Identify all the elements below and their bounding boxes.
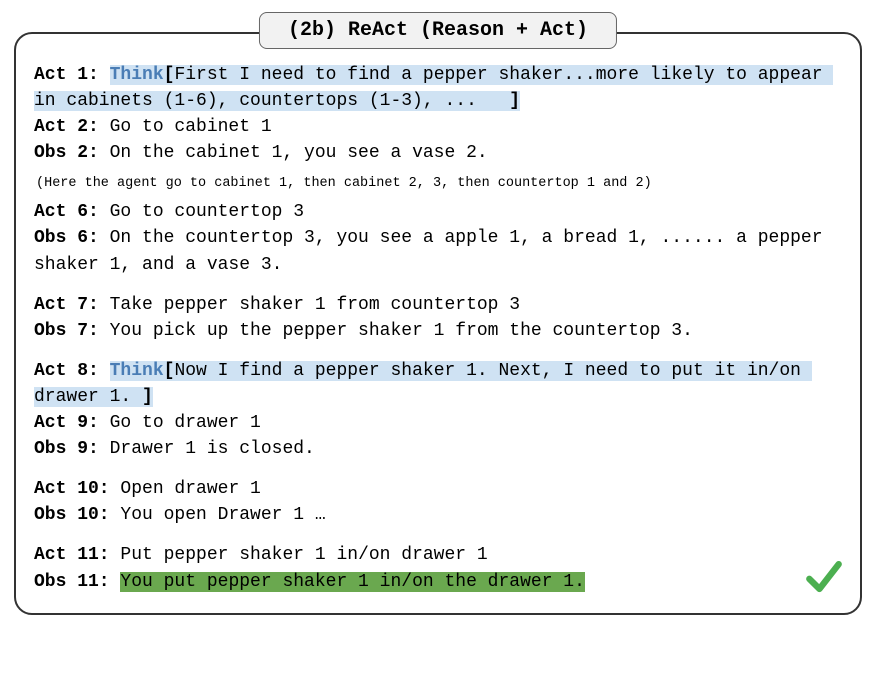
example-panel: (2b) ReAct (Reason + Act) Act 1: Think[F… xyxy=(14,32,862,615)
obs-11-label: Obs 11: xyxy=(34,572,120,592)
bracket-close: ] xyxy=(509,91,520,111)
act-10: Act 10: Open drawer 1 xyxy=(34,476,842,502)
skip-note: (Here the agent go to cabinet 1, then ca… xyxy=(36,176,842,191)
act-6: Act 6: Go to countertop 3 xyxy=(34,199,842,225)
act-1-think: Think[First I need to find a pepper shak… xyxy=(34,65,833,111)
obs-10-label: Obs 10: xyxy=(34,505,110,525)
act-11-label: Act 11: xyxy=(34,545,110,565)
panel-title: (2b) ReAct (Reason + Act) xyxy=(259,12,617,49)
bracket-close-2: ] xyxy=(142,387,153,407)
obs-6-text: On the countertop 3, you see a apple 1, … xyxy=(34,228,833,274)
act-6-text: Go to countertop 3 xyxy=(99,202,304,222)
act-2-label: Act 2: xyxy=(34,117,99,137)
act-7-label: Act 7: xyxy=(34,295,99,315)
bracket-open: [ xyxy=(164,65,175,85)
obs-10-text: You open Drawer 1 … xyxy=(110,505,326,525)
obs-9-text: Drawer 1 is closed. xyxy=(99,439,315,459)
act-11: Act 11: Put pepper shaker 1 in/on drawer… xyxy=(34,542,842,568)
bracket-open-2: [ xyxy=(164,361,175,381)
obs-11-text: You put pepper shaker 1 in/on the drawer… xyxy=(120,572,584,592)
obs-9-label: Obs 9: xyxy=(34,439,99,459)
act-1-label: Act 1: xyxy=(34,65,110,85)
act-2: Act 2: Go to cabinet 1 xyxy=(34,114,842,140)
act-7-text: Take pepper shaker 1 from countertop 3 xyxy=(99,295,520,315)
think-keyword: Think xyxy=(110,65,164,85)
obs-10: Obs 10: You open Drawer 1 … xyxy=(34,502,842,528)
obs-7-label: Obs 7: xyxy=(34,321,99,341)
act-9-text: Go to drawer 1 xyxy=(99,413,261,433)
act-11-text: Put pepper shaker 1 in/on drawer 1 xyxy=(110,545,488,565)
success-check-icon xyxy=(802,555,846,599)
act-7: Act 7: Take pepper shaker 1 from counter… xyxy=(34,292,842,318)
obs-6-label: Obs 6: xyxy=(34,228,99,248)
obs-11: Obs 11: You put pepper shaker 1 in/on th… xyxy=(34,569,842,595)
act-1: Act 1: Think[First I need to find a pepp… xyxy=(34,62,842,114)
obs-9: Obs 9: Drawer 1 is closed. xyxy=(34,436,842,462)
obs-2-text: On the cabinet 1, you see a vase 2. xyxy=(99,143,488,163)
think-keyword-2: Think xyxy=(110,361,164,381)
obs-2-label: Obs 2: xyxy=(34,143,99,163)
obs-7: Obs 7: You pick up the pepper shaker 1 f… xyxy=(34,318,842,344)
act-10-text: Open drawer 1 xyxy=(110,479,261,499)
act-8-label: Act 8: xyxy=(34,361,110,381)
act-8: Act 8: Think[Now I find a pepper shaker … xyxy=(34,358,842,410)
act-6-label: Act 6: xyxy=(34,202,99,222)
act-9: Act 9: Go to drawer 1 xyxy=(34,410,842,436)
obs-2: Obs 2: On the cabinet 1, you see a vase … xyxy=(34,140,842,166)
obs-6: Obs 6: On the countertop 3, you see a ap… xyxy=(34,225,842,277)
act-10-label: Act 10: xyxy=(34,479,110,499)
obs-7-text: You pick up the pepper shaker 1 from the… xyxy=(99,321,693,341)
act-9-label: Act 9: xyxy=(34,413,99,433)
act-8-think: Think[Now I find a pepper shaker 1. Next… xyxy=(34,361,812,407)
act-2-text: Go to cabinet 1 xyxy=(99,117,272,137)
